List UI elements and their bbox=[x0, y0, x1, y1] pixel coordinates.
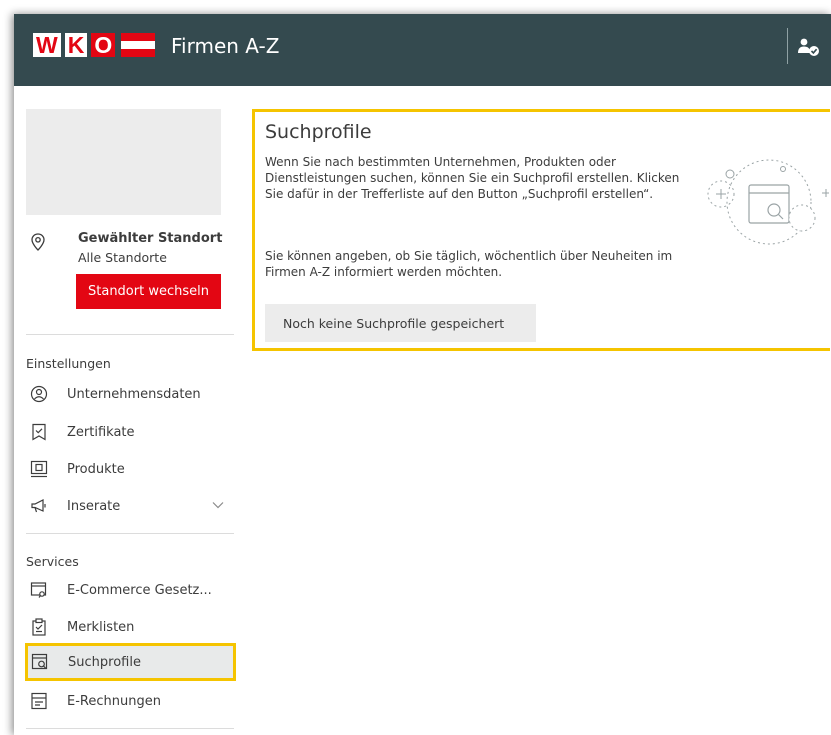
sidebar-item-label: Zertifikate bbox=[67, 424, 135, 440]
sidebar-item-produkte[interactable]: Produkte bbox=[26, 452, 234, 486]
no-search-profiles-button[interactable]: Noch keine Suchprofile gespeichert bbox=[265, 304, 536, 342]
location-value: Alle Standorte bbox=[78, 250, 167, 265]
sidebar-item-label: Unternehmensdaten bbox=[67, 386, 201, 402]
logo-letter-k: K bbox=[64, 33, 88, 57]
sidebar-item-label: Merklisten bbox=[67, 619, 135, 635]
sidebar-divider bbox=[26, 533, 234, 534]
sidebar-item-unternehmensdaten[interactable]: Unternehmensdaten bbox=[26, 377, 234, 411]
sidebar-item-label: E-Rechnungen bbox=[67, 693, 161, 709]
products-icon bbox=[30, 460, 48, 478]
sidebar-item-ecommerce[interactable]: E-Commerce Gesetz... bbox=[26, 573, 234, 607]
sidebar-divider bbox=[26, 728, 234, 729]
logo-letter-w: W bbox=[33, 33, 61, 57]
megaphone-icon bbox=[31, 499, 46, 513]
logo-letter-o: O bbox=[91, 33, 116, 57]
sidebar-item-inserate[interactable]: Inserate bbox=[26, 489, 234, 523]
sidebar-item-label: E-Commerce Gesetz... bbox=[67, 582, 212, 598]
location-title: Gewählter Standort bbox=[78, 231, 223, 246]
header-bar: W K O Firmen A-Z bbox=[14, 14, 831, 86]
sidebar-item-merklisten[interactable]: Merklisten bbox=[26, 610, 234, 644]
company-profile-icon bbox=[30, 385, 48, 403]
certificate-icon bbox=[32, 423, 46, 441]
sidebar-item-suchprofile[interactable]: Suchprofile bbox=[25, 643, 236, 681]
settings-section-label: Einstellungen bbox=[26, 356, 111, 371]
change-location-button[interactable]: Standort wechseln bbox=[76, 274, 221, 309]
clipboard-icon bbox=[32, 618, 46, 636]
chevron-down-icon[interactable] bbox=[212, 501, 224, 509]
wko-logo[interactable]: W K O bbox=[33, 31, 156, 59]
sidebar-item-label: Suchprofile bbox=[68, 654, 141, 670]
search-profile-icon bbox=[31, 653, 48, 670]
company-logo-placeholder bbox=[26, 109, 221, 215]
search-profile-illustration-icon bbox=[707, 159, 829, 245]
ecommerce-icon bbox=[30, 582, 47, 598]
sidebar-item-label: Produkte bbox=[67, 461, 125, 477]
app-title[interactable]: Firmen A-Z bbox=[171, 34, 279, 58]
sidebar-item-label: Inserate bbox=[67, 498, 121, 514]
intro-text: Wenn Sie nach bestimmten Unternehmen, Pr… bbox=[265, 155, 680, 201]
suchprofile-panel: Suchprofile Wenn Sie nach bestimmten Unt… bbox=[252, 109, 830, 351]
app-window: W K O Firmen A-Z Gewählter Standort Alle… bbox=[14, 14, 831, 735]
austria-flag-icon bbox=[121, 33, 156, 57]
notification-text: Sie können angeben, ob Sie täglich, wöch… bbox=[265, 249, 673, 279]
header-divider bbox=[787, 28, 788, 64]
sidebar: Gewählter Standort Alle Standorte Stando… bbox=[14, 86, 250, 735]
location-pin-icon bbox=[31, 233, 45, 251]
sidebar-divider bbox=[26, 334, 234, 335]
invoice-icon bbox=[31, 692, 47, 710]
user-check-icon[interactable] bbox=[798, 36, 820, 58]
services-section-label: Services bbox=[26, 554, 79, 569]
sidebar-item-zertifikate[interactable]: Zertifikate bbox=[26, 415, 234, 449]
page-title: Suchprofile bbox=[265, 121, 372, 143]
sidebar-item-erechnungen[interactable]: E-Rechnungen bbox=[26, 684, 234, 718]
